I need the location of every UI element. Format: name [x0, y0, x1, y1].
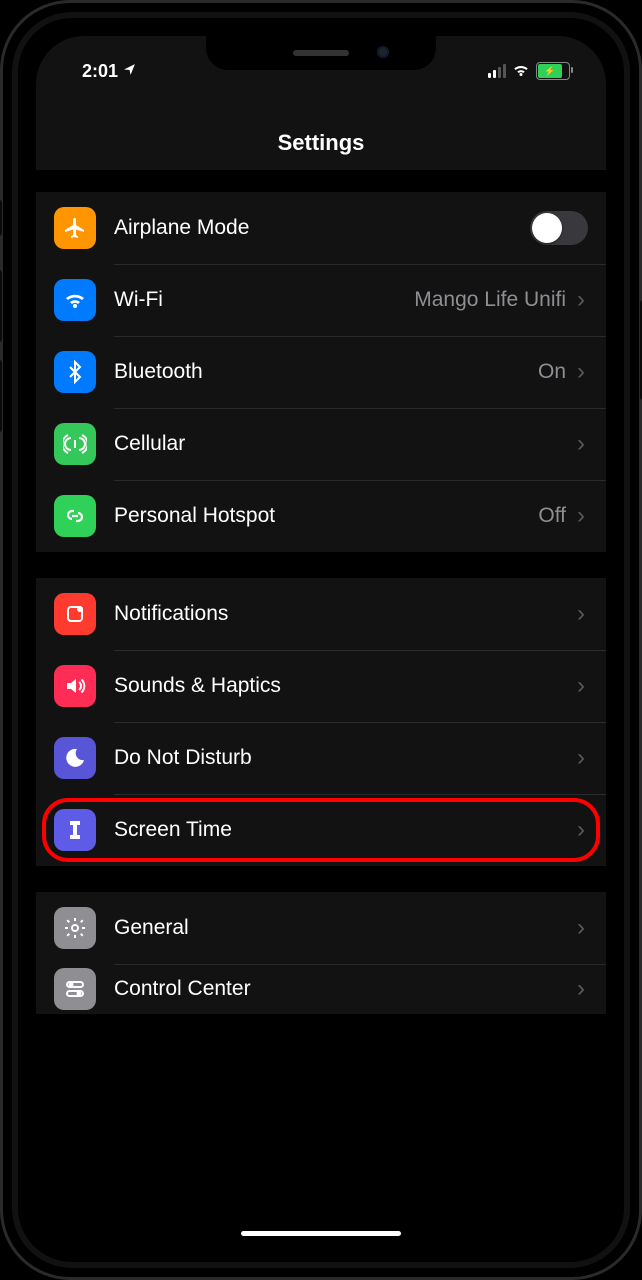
wifi-icon [54, 279, 96, 321]
row-value: Off [538, 504, 566, 528]
location-arrow-icon [123, 63, 136, 79]
row-control-center[interactable]: Control Center › [36, 964, 606, 1014]
row-label: Personal Hotspot [114, 504, 538, 528]
mute-switch [0, 200, 2, 236]
battery-icon: ⚡ [536, 62, 570, 80]
row-notifications[interactable]: Notifications › [36, 578, 606, 650]
chevron-right-icon: › [574, 816, 588, 844]
row-airplane-mode[interactable]: Airplane Mode [36, 192, 606, 264]
row-personal-hotspot[interactable]: Personal Hotspot Off › [36, 480, 606, 552]
settings-group: Airplane Mode Wi-Fi Mango Life Unifi › [36, 192, 606, 552]
wifi-icon [512, 61, 530, 82]
row-label: Bluetooth [114, 360, 538, 384]
row-label: Do Not Disturb [114, 746, 574, 770]
hotspot-icon [54, 495, 96, 537]
airplane-icon [54, 207, 96, 249]
row-label: Sounds & Haptics [114, 674, 574, 698]
row-label: General [114, 916, 574, 940]
screen: 2:01 ⚡ [36, 36, 606, 1244]
status-time: 2:01 [82, 61, 118, 82]
chevron-right-icon: › [574, 600, 588, 628]
speaker-grille [293, 50, 349, 56]
settings-group: Notifications › Sounds & Haptics › [36, 578, 606, 866]
bluetooth-icon [54, 351, 96, 393]
row-label: Cellular [114, 432, 574, 456]
notch [206, 36, 436, 70]
row-screen-time[interactable]: Screen Time › [36, 794, 606, 866]
settings-list[interactable]: Airplane Mode Wi-Fi Mango Life Unifi › [36, 166, 606, 1244]
row-general[interactable]: General › [36, 892, 606, 964]
row-value: Mango Life Unifi [414, 288, 566, 312]
row-bluetooth[interactable]: Bluetooth On › [36, 336, 606, 408]
notifications-icon [54, 593, 96, 635]
row-cellular[interactable]: Cellular › [36, 408, 606, 480]
phone-frame: 2:01 ⚡ [0, 0, 642, 1280]
volume-down-button [0, 360, 2, 432]
chevron-right-icon: › [574, 358, 588, 386]
row-label: Control Center [114, 977, 574, 1001]
chevron-right-icon: › [574, 914, 588, 942]
cellular-signal-icon [488, 64, 506, 78]
sounds-icon [54, 665, 96, 707]
general-icon [54, 907, 96, 949]
page-title: Settings [278, 130, 365, 156]
chevron-right-icon: › [574, 430, 588, 458]
chevron-right-icon: › [574, 502, 588, 530]
cellular-icon [54, 423, 96, 465]
settings-group: General › Control Center › [36, 892, 606, 1014]
chevron-right-icon: › [574, 286, 588, 314]
front-camera [377, 46, 389, 58]
row-label: Wi-Fi [114, 288, 414, 312]
airplane-toggle[interactable] [530, 211, 588, 245]
row-label: Notifications [114, 602, 574, 626]
screentime-icon [54, 809, 96, 851]
row-label: Airplane Mode [114, 216, 530, 240]
volume-up-button [0, 270, 2, 342]
chevron-right-icon: › [574, 975, 588, 1003]
row-label: Screen Time [114, 818, 574, 842]
chevron-right-icon: › [574, 672, 588, 700]
row-wifi[interactable]: Wi-Fi Mango Life Unifi › [36, 264, 606, 336]
row-do-not-disturb[interactable]: Do Not Disturb › [36, 722, 606, 794]
row-sounds-haptics[interactable]: Sounds & Haptics › [36, 650, 606, 722]
home-indicator[interactable] [241, 1231, 401, 1236]
dnd-icon [54, 737, 96, 779]
row-value: On [538, 360, 566, 384]
chevron-right-icon: › [574, 744, 588, 772]
controlcenter-icon [54, 968, 96, 1010]
